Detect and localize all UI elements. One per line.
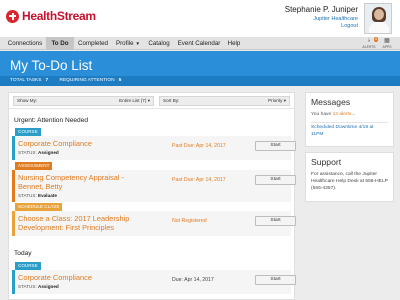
todo-list-panel: Show My: Entire List (7) ▾ Sort By: Prio… [8,92,296,300]
task-card: Schedule Class Choose a Class: 2017 Lead… [12,203,296,236]
avatar[interactable] [364,3,392,34]
sort-by-value: Priority ▾ [268,98,286,103]
apps-label: APPS [382,45,392,49]
healthstream-logo[interactable]: HealthStream [6,9,96,23]
nav-completed[interactable]: Completed [77,37,109,50]
nav-profile[interactable]: Profile ▼ [113,37,143,50]
requiring-attention-value: 5 [118,78,122,83]
alerts-label: ALERTS [362,45,376,49]
nav-event-calendar[interactable]: Event Calendar [177,37,221,50]
section-urgent-heading: Urgent: Attention Needed [14,117,89,124]
requiring-attention-label: REQUIRING ATTENTION [59,78,115,83]
brand-name: HealthStream [22,9,96,23]
total-tasks-value: 7 [45,78,49,83]
task-title-link[interactable]: Choose a Class: 2017 Leadership Developm… [18,214,129,232]
show-my-label: Show My: [17,98,38,103]
filter-bar: Show My: Entire List (7) ▾ Sort By: Prio… [9,93,294,109]
task-type-tag: Schedule Class [15,203,63,211]
task-stats: TOTAL TASKS 7 REQUIRING ATTENTION 5 [0,76,400,86]
downtime-message-link[interactable]: Scheduled Downtime 4/19 at 11PM [311,125,389,139]
nav-catalog[interactable]: Catalog [146,37,172,50]
show-my-select[interactable]: Show My: Entire List (7) ▾ [13,96,154,106]
nav-to-do[interactable]: To Do [46,37,74,50]
start-button[interactable]: Start [255,275,296,285]
start-button[interactable]: Start [255,141,296,151]
grid-icon: ▦ [384,38,390,44]
task-card: Assessment Nursing Competency Appraisal … [12,162,296,202]
main-nav: Connections To Do Completed Profile ▼ Cat… [0,37,400,50]
task-due-date: Past Due: Apr 14, 2017 [172,143,226,149]
task-title-link[interactable]: Corporate Compliance [18,139,92,148]
messages-panel: Messages You have 12 alerts... Scheduled… [305,92,394,147]
alerts-count-badge: 4 [373,37,378,42]
show-my-value: Entire List (7) ▾ [119,98,150,103]
avatar-body [369,22,389,33]
sort-by-select[interactable]: Sort By: Priority ▾ [159,96,290,106]
support-text: For assistance, call the Jupiter Healthc… [311,172,388,191]
user-name: Stephanie P. Juniper [284,5,358,14]
task-type-tag: Course [15,262,41,270]
task-title-link[interactable]: Nursing Competency Appraisal - Bennet, B… [18,173,124,191]
nav-profile-label: Profile [115,40,134,47]
support-heading: Support [311,157,342,167]
task-status: STATUS: Assigned [18,284,59,289]
user-org-link[interactable]: Jupiter Healthcare [285,16,358,22]
support-panel: Support For assistance, call the Jupiter… [305,152,394,202]
total-tasks-label: TOTAL TASKS [10,78,42,83]
task-type-tag: Assessment [15,162,53,170]
task-card: Course Corporate Compliance STATUS: Assi… [12,262,296,294]
task-status: STATUS: Assigned [18,150,59,155]
nav-connections[interactable]: Connections [6,37,44,50]
logout-link[interactable]: Logout [285,23,358,29]
page-title: My To-Do List [10,58,93,73]
section-today-heading: Today [14,250,32,257]
task-registration-status: Not Registered [172,218,207,224]
cross-logo-icon [6,9,19,23]
chevron-down-icon: ▾ [283,98,286,103]
nav-help[interactable]: Help [225,37,243,50]
alerts-count-link[interactable]: 12 alerts [333,112,352,117]
task-due-date: Due: Apr 14, 2017 [172,277,214,283]
task-type-tag: Course [15,128,41,136]
messages-divider [311,122,388,123]
task-status: STATUS: Evaluate [18,193,57,198]
page-banner: My To-Do List TOTAL TASKS 7 REQUIRING ATT… [0,51,400,86]
start-button[interactable]: Start [255,216,296,226]
task-card: Course Corporate Compliance STATUS: Assi… [12,128,296,160]
app-header: HealthStream Stephanie P. Juniper Jupite… [0,0,400,37]
alerts-button[interactable]: ♭ ALERTS 4 [362,37,378,49]
apps-button[interactable]: ▦ APPS [380,38,394,49]
start-button[interactable]: Start [255,175,296,185]
sort-by-label: Sort By: [163,98,180,103]
chevron-down-icon: ▼ [135,41,140,46]
messages-heading: Messages [311,97,351,107]
chevron-down-icon: ▾ [147,98,150,103]
task-title-link[interactable]: Corporate Compliance [18,273,92,282]
user-info: Stephanie P. Juniper Jupiter Healthcare … [285,5,358,29]
alerts-message: You have 12 alerts... [311,112,356,117]
avatar-face [374,9,384,20]
task-due-date: Past Due: Apr 14, 2017 [172,177,226,183]
